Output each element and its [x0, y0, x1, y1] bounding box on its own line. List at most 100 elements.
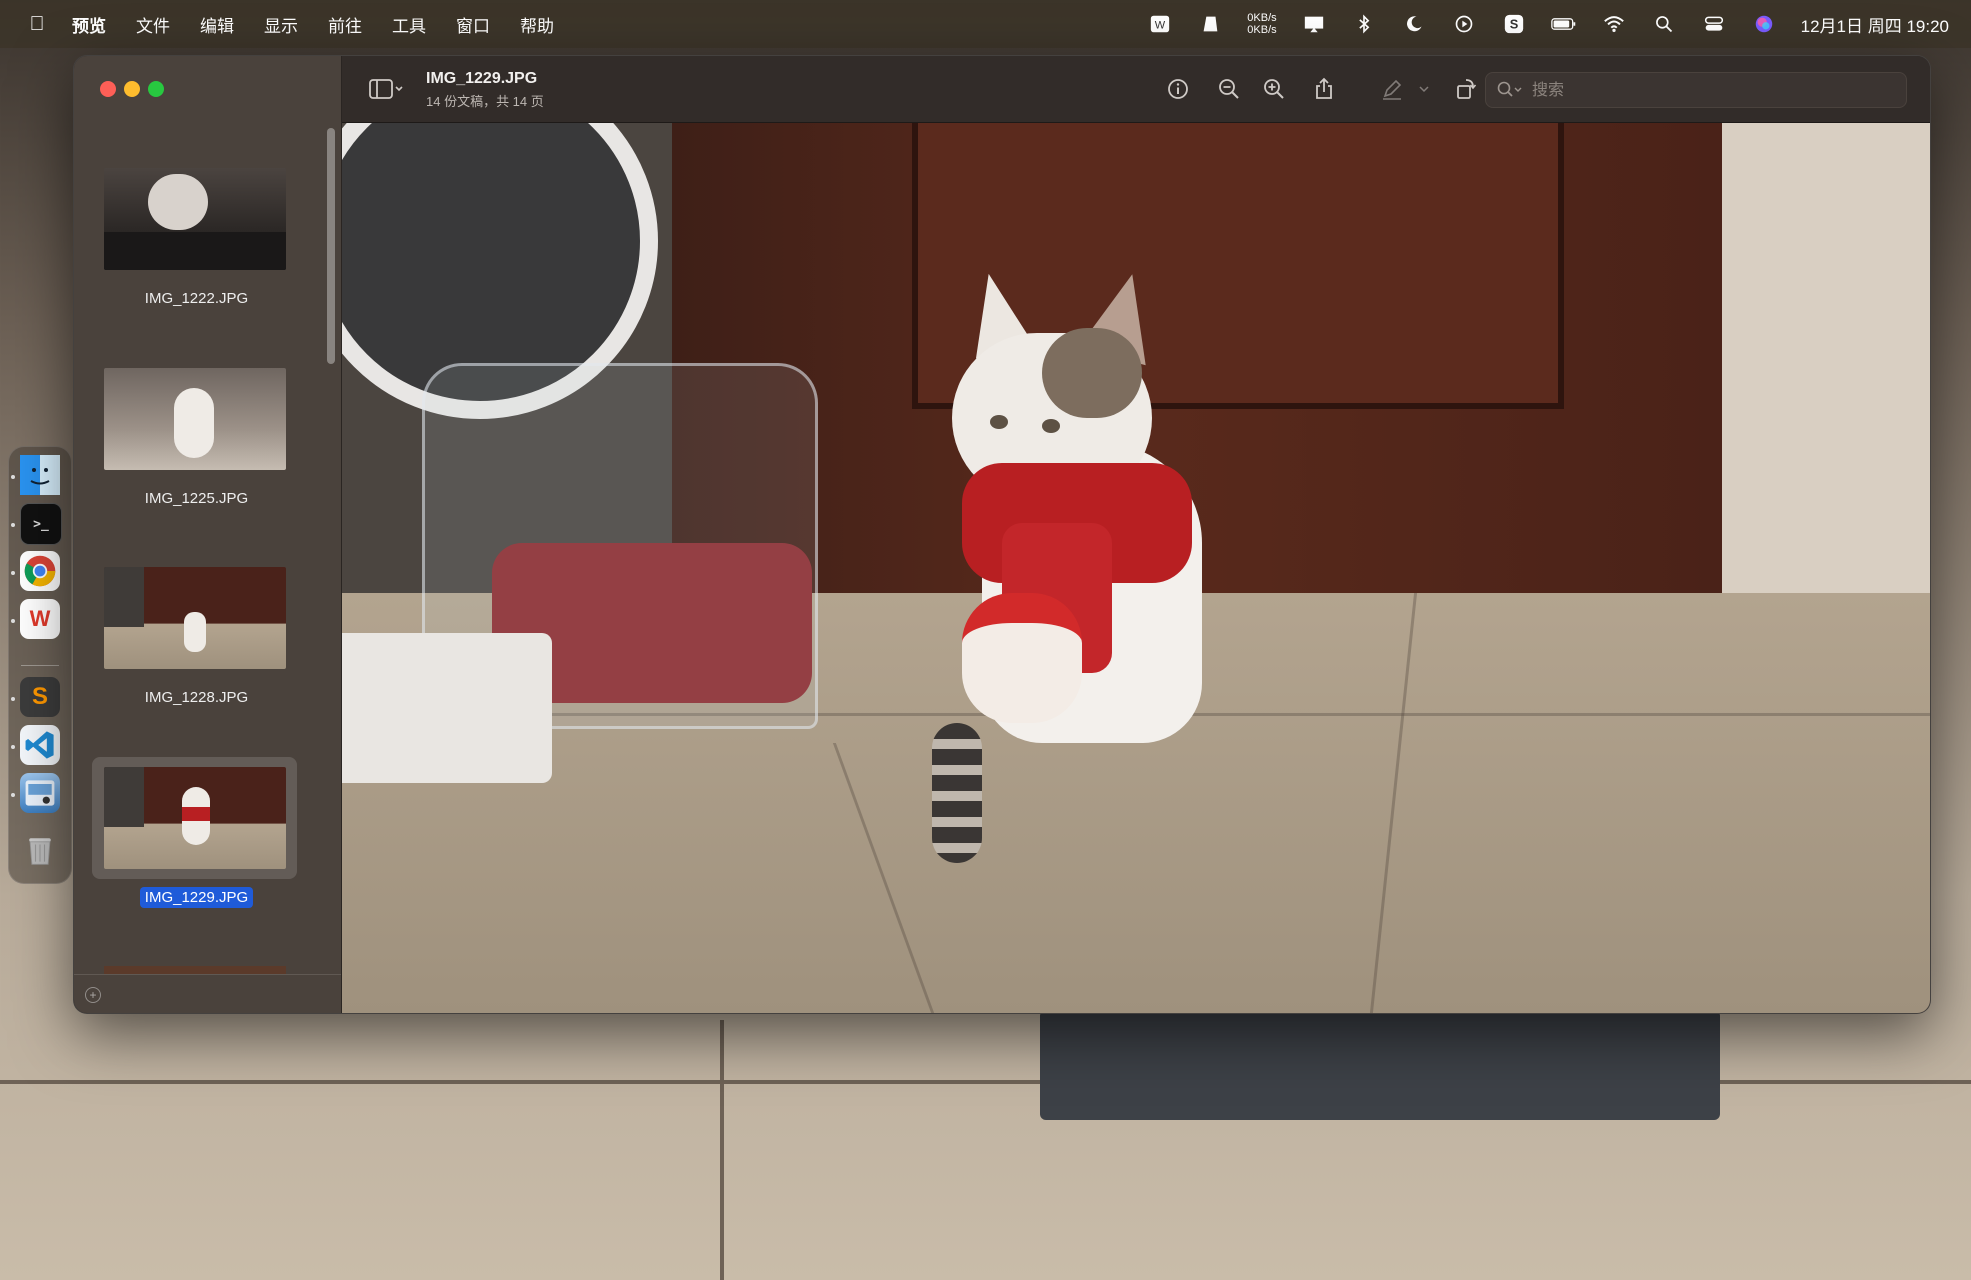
preview-window: IMG_1222.JPG IMG_1225.JPG IMG_1228.JPG I…	[73, 55, 1931, 1014]
markup-pen-button[interactable]	[1378, 75, 1406, 103]
search-field[interactable]	[1485, 72, 1907, 108]
apple-menu-icon[interactable]: 	[24, 13, 50, 36]
info-icon	[1168, 79, 1188, 99]
dock-running-indicator	[11, 523, 15, 527]
moon-icon[interactable]	[1401, 11, 1427, 37]
photo-cat-eye	[990, 415, 1008, 429]
svg-text:S: S	[1509, 17, 1518, 32]
wallpaper-mat	[1040, 1010, 1720, 1120]
display-icon[interactable]	[1301, 11, 1327, 37]
thumbnail-item[interactable]: IMG_1228.JPG	[94, 567, 299, 767]
floor-seam	[1369, 593, 1418, 1013]
menu-window[interactable]: 窗口	[456, 12, 490, 37]
info-button[interactable]	[1164, 75, 1192, 103]
thumbnail-label: IMG_1229.JPG	[94, 887, 299, 908]
photo-santa-ornament	[962, 593, 1082, 723]
menu-edit[interactable]: 编辑	[200, 12, 234, 37]
thumbnail-image	[104, 567, 286, 669]
image-viewer[interactable]	[342, 123, 1930, 1013]
network-speed: 0KB/s 0KB/s	[1247, 12, 1276, 36]
photo-cat-eye	[1042, 419, 1060, 433]
document-subtitle: 14 份文稿，共 14 页	[426, 94, 544, 109]
thumbnail-image	[104, 368, 286, 470]
share-icon	[1316, 77, 1332, 99]
thumbnail-label-text: IMG_1229.JPG	[139, 887, 254, 908]
thumbnail-label-text: IMG_1228.JPG	[144, 689, 249, 706]
dock-running-indicator	[11, 619, 15, 623]
document-title: IMG_1229.JPG	[426, 70, 538, 87]
sidebar-toggle-button[interactable]	[364, 75, 408, 103]
sync-s-icon[interactable]: S	[1501, 11, 1527, 37]
photo-wall	[1722, 123, 1930, 633]
bluetooth-icon[interactable]	[1351, 11, 1377, 37]
zoom-out-button[interactable]	[1215, 75, 1243, 103]
rotate-icon	[1457, 79, 1477, 99]
toolbar: IMG_1229.JPG 14 份文稿，共 14 页	[342, 56, 1930, 123]
window-close-button[interactable]	[100, 81, 116, 97]
wps-office-icon[interactable]: W	[20, 599, 60, 639]
menu-app-preview[interactable]: 预览	[72, 12, 106, 37]
dock-running-indicator	[11, 571, 15, 575]
thumbnail-item[interactable]: IMG_1225.JPG	[94, 368, 299, 568]
window-zoom-button[interactable]	[148, 81, 164, 97]
thumbnail-image	[104, 168, 286, 270]
photo-cat-patch	[1042, 328, 1142, 418]
trash-icon[interactable]	[20, 829, 60, 869]
zoom-out-icon	[1219, 79, 1239, 99]
terminal-icon[interactable]: >_	[20, 503, 62, 545]
spotlight-search-icon[interactable]	[1651, 11, 1677, 37]
finder-icon[interactable]	[20, 455, 60, 495]
wallpaper-floor-line	[720, 1020, 724, 1280]
thumbnail-label-text: IMG_1222.JPG	[144, 290, 249, 307]
cloud-drive-icon[interactable]	[1197, 11, 1223, 37]
battery-icon[interactable]	[1550, 11, 1577, 37]
photo-bowl	[342, 633, 552, 783]
menu-view[interactable]: 显示	[264, 12, 298, 37]
menubar-clock[interactable]: 12月1日 周四 19:20	[1801, 12, 1949, 37]
thumbnail-item-selected[interactable]: IMG_1229.JPG	[92, 757, 299, 967]
dock-running-indicator	[11, 697, 15, 701]
svg-text:W: W	[1155, 20, 1166, 32]
zoom-in-button[interactable]	[1260, 75, 1288, 103]
preview-app-icon[interactable]	[20, 773, 60, 813]
menu-bar:  预览 文件 编辑 显示 前往 工具 窗口 帮助 W 0KB/s 0KB/s …	[0, 0, 1971, 48]
sidebar-scrollbar[interactable]	[327, 128, 335, 364]
rotate-button[interactable]	[1452, 75, 1480, 103]
thumbnail-sidebar: IMG_1222.JPG IMG_1225.JPG IMG_1228.JPG I…	[74, 56, 342, 1013]
control-center-icon[interactable]	[1701, 11, 1727, 37]
sidebar-toggle-icon	[369, 79, 403, 99]
chrome-icon[interactable]	[20, 551, 60, 591]
zoom-in-icon	[1264, 79, 1284, 99]
share-button[interactable]	[1310, 75, 1338, 103]
netspeed-down: 0KB/s	[1247, 24, 1277, 36]
thumbnail-label: IMG_1225.JPG	[94, 490, 299, 507]
play-icon[interactable]	[1451, 11, 1477, 37]
menu-tools[interactable]: 工具	[392, 12, 426, 37]
dock: >_ W S	[8, 446, 72, 884]
window-minimize-button[interactable]	[124, 81, 140, 97]
markup-pen-icon	[1383, 79, 1402, 100]
wifi-icon[interactable]	[1601, 11, 1627, 37]
wps-status-icon[interactable]: W	[1147, 11, 1173, 37]
thumbnail-image	[104, 767, 286, 869]
sublime-text-icon[interactable]: S	[20, 677, 60, 717]
thumbnail-label: IMG_1228.JPG	[94, 689, 299, 706]
menu-file[interactable]: 文件	[136, 12, 170, 37]
menu-help[interactable]: 帮助	[520, 12, 554, 37]
add-page-icon[interactable]: +	[85, 987, 101, 1003]
vscode-icon[interactable]	[20, 725, 60, 765]
siri-icon[interactable]	[1751, 11, 1777, 37]
markup-dropdown-button[interactable]	[1416, 75, 1432, 103]
thumbnail-item[interactable]: IMG_1222.JPG	[94, 168, 299, 368]
thumbnail-label: IMG_1222.JPG	[94, 290, 299, 307]
dock-running-indicator	[11, 745, 15, 749]
menu-go[interactable]: 前往	[328, 12, 362, 37]
thumbnail-label-text: IMG_1225.JPG	[144, 490, 249, 507]
chevron-down-icon	[1419, 86, 1429, 93]
dock-running-indicator	[11, 793, 15, 797]
search-input[interactable]	[1530, 77, 1894, 105]
photo-cat-tail	[932, 723, 982, 863]
dock-running-indicator	[11, 475, 15, 479]
sidebar-footer: +	[74, 974, 341, 1013]
thumbnail-partial	[104, 966, 286, 974]
